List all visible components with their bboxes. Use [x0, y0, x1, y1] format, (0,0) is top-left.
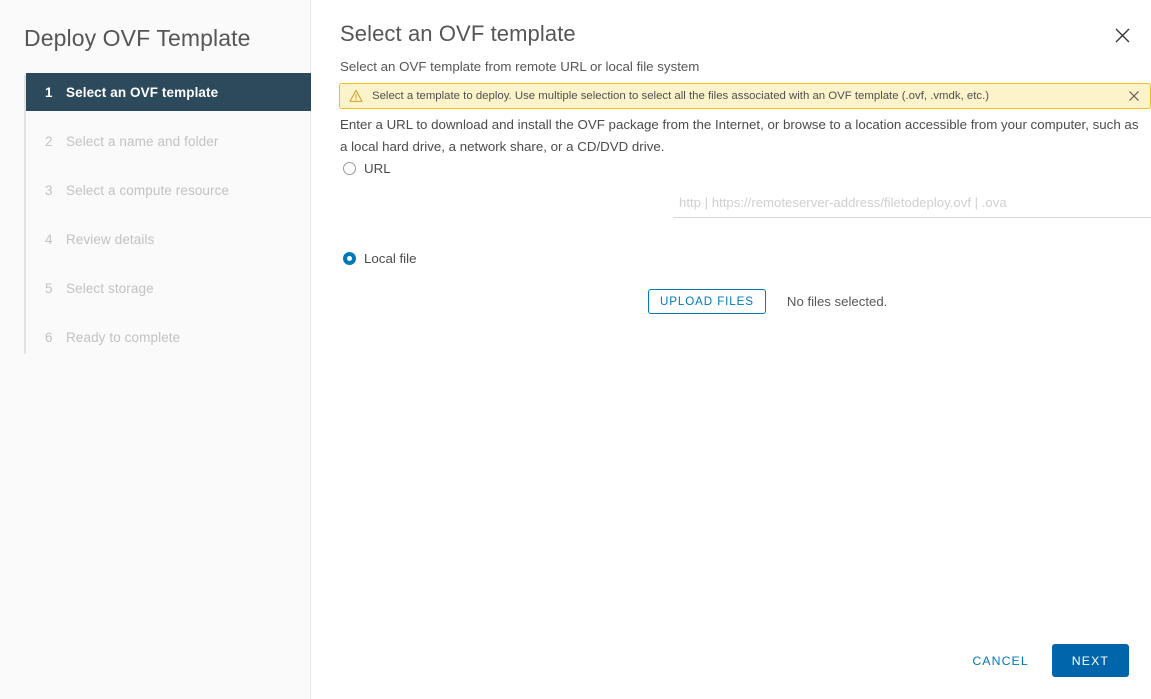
- sidebar-step-select-an-ovf-template[interactable]: 1 Select an OVF template: [26, 73, 311, 111]
- radio-local-file-label: Local file: [364, 251, 417, 266]
- wizard-main-panel: Select an OVF template Select an OVF tem…: [311, 0, 1151, 699]
- step-number: 1: [45, 84, 53, 100]
- step-label: Select storage: [66, 280, 154, 296]
- close-icon: [1115, 28, 1129, 42]
- step-label: Select a name and folder: [66, 133, 219, 149]
- url-input[interactable]: [673, 192, 1151, 218]
- wizard-steps-list: 1 Select an OVF template 2 Select a name…: [0, 73, 311, 356]
- sidebar-step-select-storage[interactable]: 5 Select storage: [26, 269, 310, 307]
- step-number: 4: [45, 231, 53, 247]
- page-title: Select an OVF template: [340, 21, 576, 46]
- step-label: Review details: [66, 231, 155, 247]
- radio-local-file-indicator: [343, 252, 356, 265]
- warning-alert-close-button[interactable]: [1126, 88, 1142, 104]
- file-selection-status: No files selected.: [786, 294, 888, 309]
- close-icon: [1129, 91, 1139, 101]
- warning-alert-banner: Select a template to deploy. Use multipl…: [339, 83, 1151, 109]
- page-subtitle: Select an OVF template from remote URL o…: [340, 59, 700, 74]
- sidebar-step-select-a-compute-resource[interactable]: 3 Select a compute resource: [26, 171, 310, 209]
- warning-triangle-icon: [349, 89, 363, 103]
- sidebar-step-ready-to-complete[interactable]: 6 Ready to complete: [26, 318, 310, 356]
- steps-rail: [24, 75, 26, 354]
- step-number: 5: [45, 280, 53, 296]
- deploy-ovf-template-dialog: Deploy OVF Template 1 Select an OVF temp…: [0, 0, 1151, 699]
- radio-url-label: URL: [364, 161, 391, 176]
- dialog-close-button[interactable]: [1109, 22, 1135, 48]
- page-description: Enter a URL to download and install the …: [340, 117, 1139, 154]
- step-label: Ready to complete: [66, 329, 181, 345]
- step-number: 2: [45, 133, 53, 149]
- sidebar-step-select-a-name-and-folder[interactable]: 2 Select a name and folder: [26, 122, 310, 160]
- upload-files-row: UPLOAD FILES No files selected.: [648, 289, 887, 314]
- wizard-title: Deploy OVF Template: [24, 25, 251, 51]
- next-button[interactable]: NEXT: [1051, 644, 1129, 677]
- step-label: Select an OVF template: [66, 84, 219, 100]
- radio-option-url[interactable]: URL: [343, 161, 391, 176]
- wizard-sidebar: Deploy OVF Template 1 Select an OVF temp…: [0, 0, 311, 699]
- step-number: 6: [45, 329, 53, 345]
- radio-url-indicator: [343, 162, 356, 175]
- sidebar-step-review-details[interactable]: 4 Review details: [26, 220, 310, 258]
- cancel-button[interactable]: CANCEL: [958, 645, 1042, 677]
- upload-files-button[interactable]: UPLOAD FILES: [648, 289, 766, 314]
- step-label: Select a compute resource: [66, 182, 230, 198]
- warning-alert-text: Select a template to deploy. Use multipl…: [372, 90, 990, 102]
- radio-option-local-file[interactable]: Local file: [343, 251, 416, 266]
- step-number: 3: [45, 182, 53, 198]
- wizard-footer: CANCEL NEXT: [958, 644, 1129, 677]
